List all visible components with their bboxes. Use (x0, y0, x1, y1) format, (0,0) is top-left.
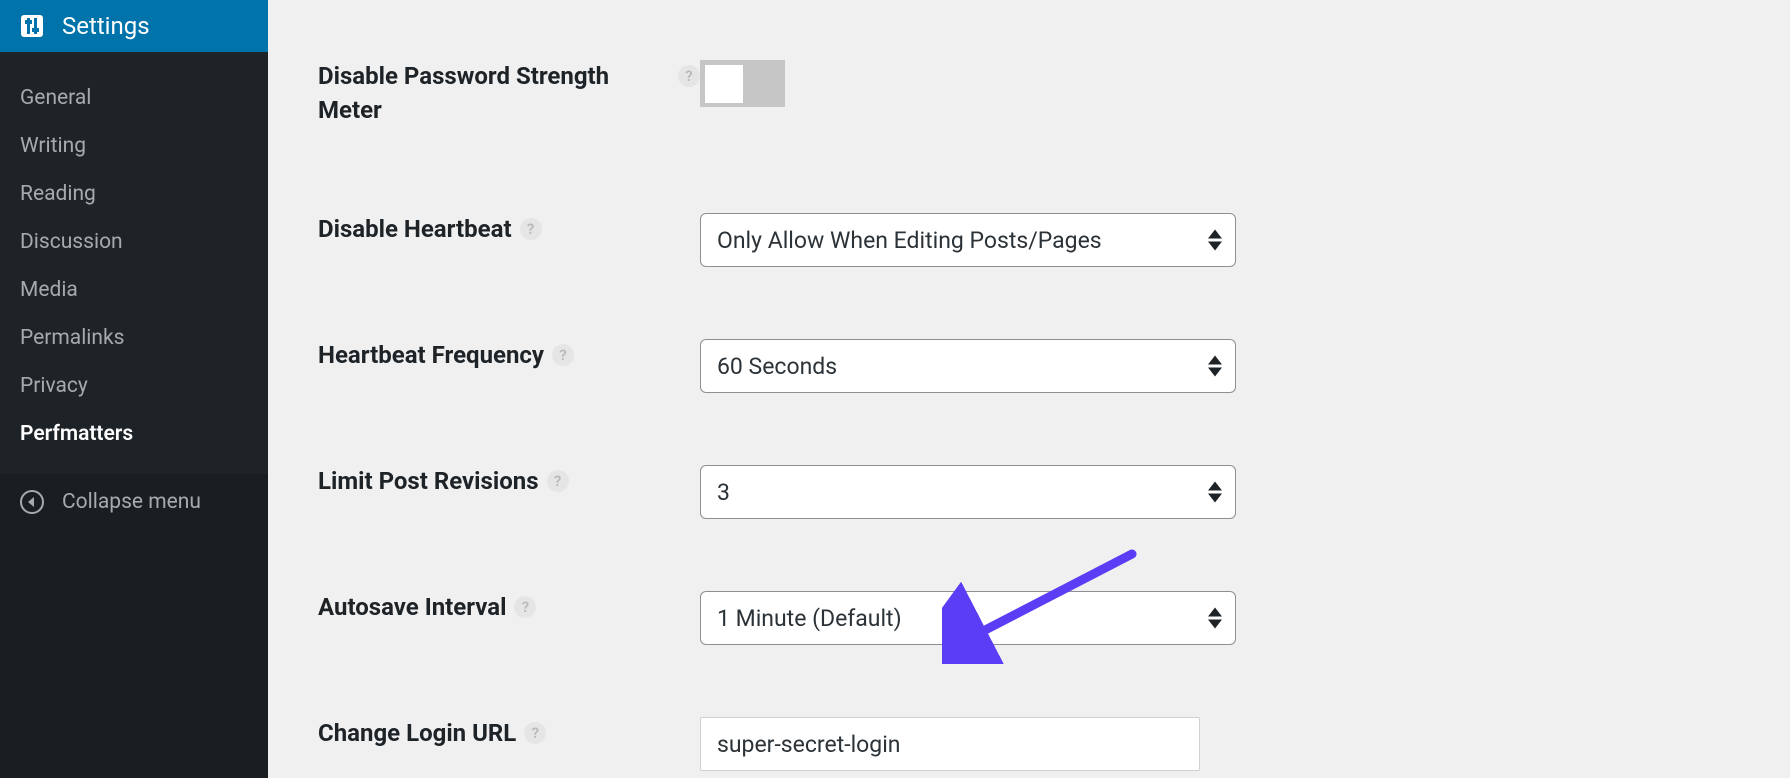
sidebar-item-label: Media (20, 278, 78, 302)
sidebar-item-label: Reading (20, 182, 96, 206)
toggle-thumb (705, 65, 743, 103)
collapse-menu-button[interactable]: Collapse menu (0, 474, 268, 778)
collapse-menu-label: Collapse menu (62, 490, 201, 514)
sidebar-item-label: Perfmatters (20, 422, 133, 446)
label-heartbeat-frequency: Heartbeat Frequency ? (318, 339, 700, 373)
select-autosave-interval[interactable]: 1 Minute (Default) (700, 591, 1236, 645)
toggle-disable-pwd-strength[interactable] (700, 60, 785, 107)
help-icon[interactable]: ? (514, 596, 536, 618)
sidebar-item-reading[interactable]: Reading (0, 170, 268, 218)
select-limit-post-revisions[interactable]: 3 (700, 465, 1236, 519)
sidebar-item-general[interactable]: General (0, 74, 268, 122)
row-limit-post-revisions: Limit Post Revisions ? 3 (318, 465, 1740, 519)
row-change-login-url: Change Login URL ? (318, 717, 1740, 771)
sidebar-item-label: Discussion (20, 230, 123, 254)
help-icon[interactable]: ? (524, 722, 546, 744)
sidebar-item-perfmatters[interactable]: Perfmatters (0, 410, 268, 458)
sidebar-header-settings[interactable]: Settings (0, 0, 268, 52)
help-icon[interactable]: ? (552, 344, 574, 366)
admin-sidebar: Settings General Writing Reading Discuss… (0, 0, 268, 778)
sidebar-item-label: General (20, 86, 91, 110)
help-icon[interactable]: ? (678, 65, 700, 87)
label-change-login-url: Change Login URL ? (318, 717, 700, 751)
sidebar-header-label: Settings (62, 12, 150, 40)
sidebar-item-discussion[interactable]: Discussion (0, 218, 268, 266)
sidebar-item-privacy[interactable]: Privacy (0, 362, 268, 410)
label-disable-heartbeat: Disable Heartbeat ? (318, 213, 700, 247)
row-heartbeat-frequency: Heartbeat Frequency ? 60 Seconds (318, 339, 1740, 393)
label-disable-pwd-strength: Disable Password Strength Meter ? (318, 60, 700, 127)
select-disable-heartbeat[interactable]: Only Allow When Editing Posts/Pages (700, 213, 1236, 267)
input-change-login-url[interactable] (700, 717, 1200, 771)
sidebar-item-media[interactable]: Media (0, 266, 268, 314)
label-autosave-interval: Autosave Interval ? (318, 591, 700, 625)
row-autosave-interval: Autosave Interval ? 1 Minute (Default) (318, 591, 1740, 645)
collapse-arrow-icon (20, 490, 44, 514)
help-icon[interactable]: ? (520, 218, 542, 240)
sidebar-item-label: Permalinks (20, 326, 125, 350)
help-icon[interactable]: ? (547, 470, 569, 492)
sidebar-item-writing[interactable]: Writing (0, 122, 268, 170)
settings-form: Disable Password Strength Meter ? Disabl… (268, 0, 1790, 778)
select-heartbeat-frequency[interactable]: 60 Seconds (700, 339, 1236, 393)
row-disable-pwd-strength: Disable Password Strength Meter ? (318, 60, 1740, 127)
sidebar-item-label: Privacy (20, 374, 88, 398)
sidebar-menu: General Writing Reading Discussion Media… (0, 52, 268, 468)
row-disable-heartbeat: Disable Heartbeat ? Only Allow When Edit… (318, 213, 1740, 267)
sidebar-item-label: Writing (20, 134, 86, 158)
label-limit-post-revisions: Limit Post Revisions ? (318, 465, 700, 499)
settings-sliders-icon (18, 12, 46, 40)
sidebar-item-permalinks[interactable]: Permalinks (0, 314, 268, 362)
